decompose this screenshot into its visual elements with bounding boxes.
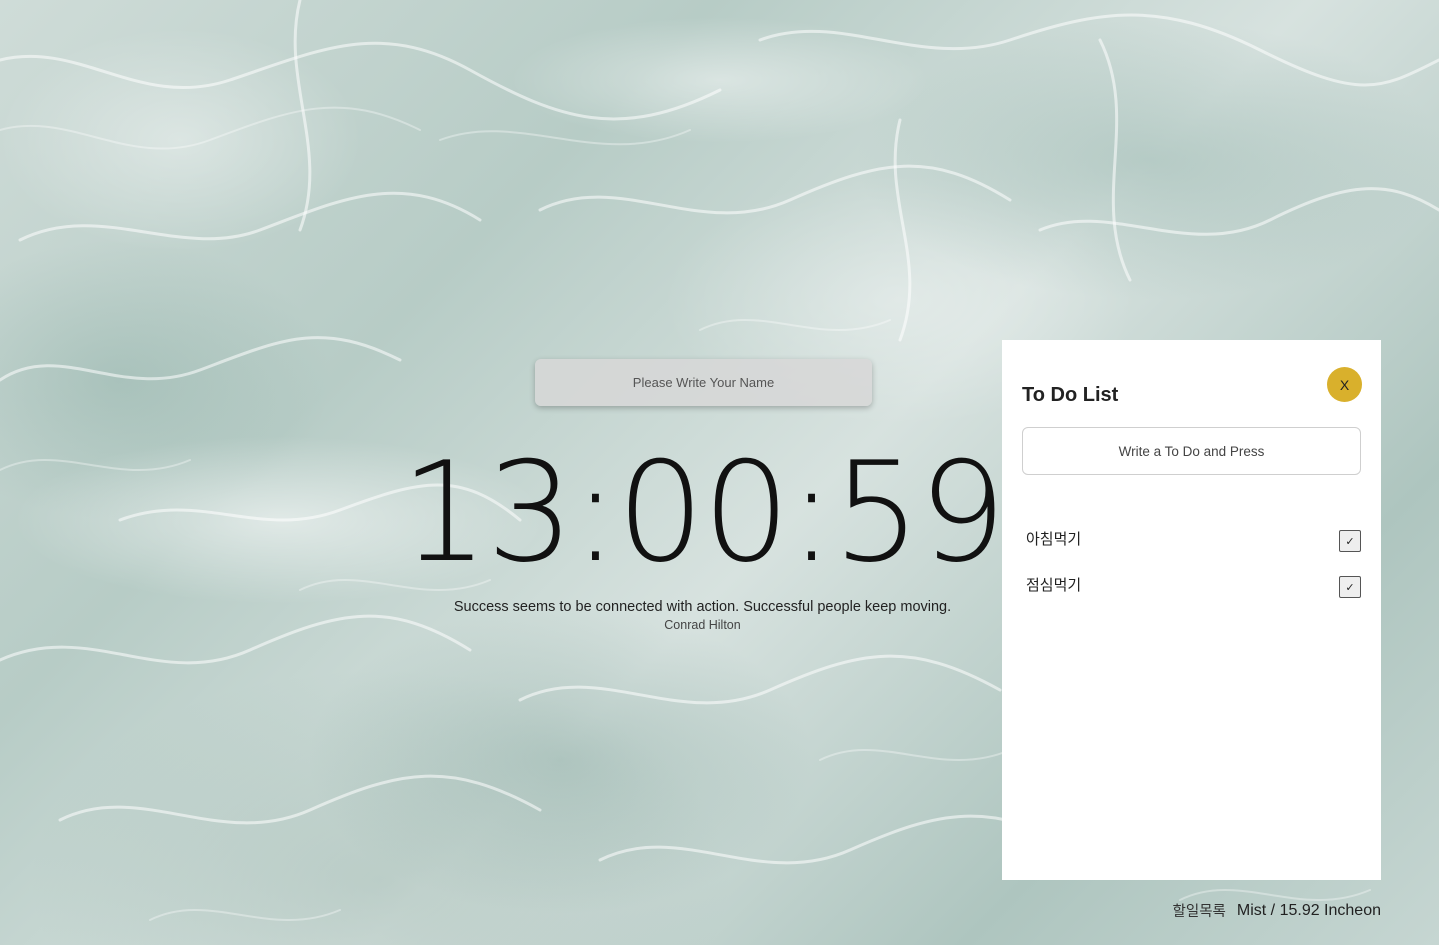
weather-info: Mist / 15.92 Incheon bbox=[1236, 901, 1381, 919]
name-form bbox=[535, 359, 872, 406]
checkmark-icon: ✓ bbox=[1345, 534, 1355, 548]
name-input[interactable] bbox=[535, 359, 872, 406]
close-icon: X bbox=[1339, 376, 1350, 393]
checkmark-icon: ✓ bbox=[1345, 580, 1355, 594]
todo-item-label: 점심먹기 bbox=[1026, 576, 1082, 594]
todo-item: 점심먹기 ✓ bbox=[1022, 572, 1361, 618]
todo-list-link[interactable]: 할일목록 bbox=[1173, 900, 1226, 921]
close-button[interactable]: X bbox=[1327, 367, 1362, 402]
todo-item-label: 아침먹기 bbox=[1026, 530, 1082, 548]
footer: 할일목록 Mist / 15.92 Incheon bbox=[1173, 900, 1381, 921]
todo-panel: To Do List X 아침먹기 ✓ 점심먹기 ✓ bbox=[1002, 340, 1381, 880]
todo-list: 아침먹기 ✓ 점심먹기 ✓ bbox=[1022, 526, 1361, 618]
todo-title: To Do List bbox=[1022, 384, 1119, 406]
todo-input[interactable] bbox=[1022, 427, 1361, 475]
todo-check-button[interactable]: ✓ bbox=[1339, 576, 1361, 598]
todo-check-button[interactable]: ✓ bbox=[1339, 530, 1361, 552]
todo-item: 아침먹기 ✓ bbox=[1022, 526, 1361, 572]
